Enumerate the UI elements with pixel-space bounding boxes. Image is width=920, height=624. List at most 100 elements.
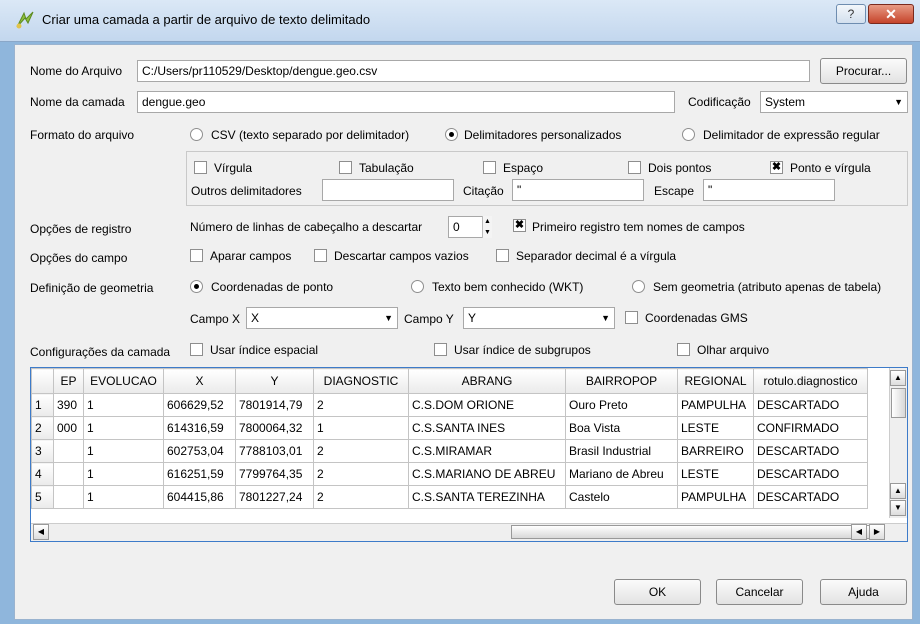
spatial-index-checkbox[interactable] — [190, 343, 203, 356]
table-cell[interactable]: 7788103,01 — [235, 439, 314, 463]
table-cell[interactable]: 1 — [313, 416, 409, 440]
cancel-button[interactable]: Cancelar — [716, 579, 803, 605]
table-cell[interactable]: C.S.DOM ORIONE — [408, 393, 566, 417]
table-cell[interactable]: 000 — [53, 416, 84, 440]
table-cell[interactable]: Mariano de Abreu — [565, 462, 678, 486]
table-cell[interactable]: DESCARTADO — [753, 393, 868, 417]
file-name-input[interactable]: C:/Users/pr110529/Desktop/dengue.geo.csv — [137, 60, 810, 82]
format-regex-radio[interactable] — [682, 128, 695, 141]
table-row[interactable]: 4 1 616251,59 7799764,35 2 C.S.MARIANO DE ABR… — [31, 462, 868, 486]
table-cell[interactable]: C.S.MIRAMAR — [408, 439, 566, 463]
table-cell[interactable]: C.S.SANTA INES — [408, 416, 566, 440]
table-cell[interactable]: 1 — [83, 416, 164, 440]
table-cell[interactable]: CONFIRMADO — [753, 416, 868, 440]
trim-fields-checkbox[interactable] — [190, 249, 203, 262]
geometry-none-radio[interactable] — [632, 280, 645, 293]
table-cell[interactable]: 7801914,79 — [235, 393, 314, 417]
table-cell[interactable]: 7800064,32 — [235, 416, 314, 440]
table-cell[interactable]: PAMPULHA — [677, 485, 754, 509]
spinbox-arrows-icon[interactable]: ▲ ▼ — [482, 216, 492, 238]
table-cell[interactable] — [53, 462, 84, 486]
discard-empty-checkbox[interactable] — [314, 249, 327, 262]
other-delimiters-input[interactable] — [322, 179, 454, 201]
table-cell[interactable]: 7801227,24 — [235, 485, 314, 509]
column-header[interactable]: ABRANG — [408, 368, 566, 394]
table-cell[interactable]: DESCARTADO — [753, 462, 868, 486]
table-cell[interactable]: 1 — [83, 439, 164, 463]
y-field-combo[interactable]: Y ▼ — [463, 307, 615, 329]
scroll-up-icon[interactable]: ▲ — [890, 483, 906, 499]
table-cell[interactable]: 602753,04 — [163, 439, 236, 463]
column-header[interactable]: EP — [53, 368, 84, 394]
table-cell[interactable]: 2 — [313, 393, 409, 417]
scroll-up-icon[interactable]: ▲ — [890, 370, 906, 386]
table-cell[interactable]: DESCARTADO — [753, 439, 868, 463]
help-button[interactable]: Ajuda — [820, 579, 907, 605]
table-cell[interactable]: LESTE — [677, 416, 754, 440]
vertical-scrollbar[interactable]: ▲ ▲ ▼ — [889, 368, 907, 518]
table-cell[interactable]: 614316,59 — [163, 416, 236, 440]
layer-name-input[interactable]: dengue.geo — [137, 91, 675, 113]
scroll-left-icon[interactable]: ◀ — [851, 524, 867, 540]
table-cell[interactable]: C.S.SANTA TEREZINHA — [408, 485, 566, 509]
table-cell[interactable]: DESCARTADO — [753, 485, 868, 509]
row-header[interactable]: 4 — [31, 462, 54, 486]
horizontal-scrollbar[interactable]: ◀ ◀ ▶ — [31, 523, 907, 541]
table-cell[interactable]: 616251,59 — [163, 462, 236, 486]
table-cell[interactable]: 1 — [83, 462, 164, 486]
table-cell[interactable]: 1 — [83, 393, 164, 417]
column-header[interactable]: REGIONAL — [677, 368, 754, 394]
scroll-thumb[interactable] — [891, 388, 906, 418]
geometry-point-radio[interactable] — [190, 280, 203, 293]
first-record-checkbox[interactable]: ✖ — [513, 219, 526, 232]
table-cell[interactable]: 2 — [313, 439, 409, 463]
table-cell[interactable]: Boa Vista — [565, 416, 678, 440]
sample-data-table[interactable]: EP EVOLUCAO X Y DIAGNOSTIC ABRANG BAIRRO… — [30, 367, 908, 542]
format-csv-radio[interactable] — [190, 128, 203, 141]
column-header[interactable]: X — [163, 368, 236, 394]
table-cell[interactable]: Castelo — [565, 485, 678, 509]
column-header[interactable]: DIAGNOSTIC — [313, 368, 409, 394]
ok-button[interactable]: OK — [614, 579, 701, 605]
scroll-left-icon[interactable]: ◀ — [33, 524, 49, 540]
table-cell[interactable]: 2 — [313, 485, 409, 509]
comma-checkbox[interactable] — [194, 161, 207, 174]
format-custom-radio[interactable] — [445, 128, 458, 141]
escape-input[interactable]: " — [703, 179, 835, 201]
space-checkbox[interactable] — [483, 161, 496, 174]
table-row[interactable]: 3 1 602753,04 7788103,01 2 C.S.MIRAMAR Brasil … — [31, 439, 868, 463]
table-cell[interactable]: 390 — [53, 393, 84, 417]
table-cell[interactable]: 604415,86 — [163, 485, 236, 509]
watch-file-checkbox[interactable] — [677, 343, 690, 356]
scroll-right-icon[interactable]: ▶ — [869, 524, 885, 540]
row-header[interactable]: 2 — [31, 416, 54, 440]
row-header[interactable]: 1 — [31, 393, 54, 417]
column-header[interactable]: EVOLUCAO — [83, 368, 164, 394]
scroll-thumb-horizontal[interactable] — [511, 525, 881, 539]
table-cell[interactable]: LESTE — [677, 462, 754, 486]
row-header[interactable]: 5 — [31, 485, 54, 509]
semicolon-checkbox[interactable]: ✖ — [770, 161, 783, 174]
table-row[interactable]: 2 000 1 614316,59 7800064,32 1 C.S.SANTA INES B… — [31, 416, 868, 440]
table-cell[interactable] — [53, 439, 84, 463]
table-cell[interactable] — [53, 485, 84, 509]
geometry-wkt-radio[interactable] — [411, 280, 424, 293]
tab-checkbox[interactable] — [339, 161, 352, 174]
colon-checkbox[interactable] — [628, 161, 641, 174]
quote-input[interactable]: " — [512, 179, 644, 201]
column-header[interactable]: Y — [235, 368, 314, 394]
table-cell[interactable]: C.S.MARIANO DE ABREU — [408, 462, 566, 486]
title-bar[interactable]: Criar uma camada a partir de arquivo de … — [0, 0, 920, 42]
subset-index-checkbox[interactable] — [434, 343, 447, 356]
table-cell[interactable]: BARREIRO — [677, 439, 754, 463]
table-cell[interactable]: 2 — [313, 462, 409, 486]
table-cell[interactable]: 7799764,35 — [235, 462, 314, 486]
x-field-combo[interactable]: X ▼ — [246, 307, 398, 329]
table-cell[interactable]: PAMPULHA — [677, 393, 754, 417]
corner-header[interactable] — [31, 368, 54, 394]
row-header[interactable]: 3 — [31, 439, 54, 463]
scroll-down-icon[interactable]: ▼ — [890, 500, 906, 516]
close-button[interactable]: ✕ — [868, 4, 914, 24]
table-cell[interactable]: 1 — [83, 485, 164, 509]
decimal-comma-checkbox[interactable] — [496, 249, 509, 262]
